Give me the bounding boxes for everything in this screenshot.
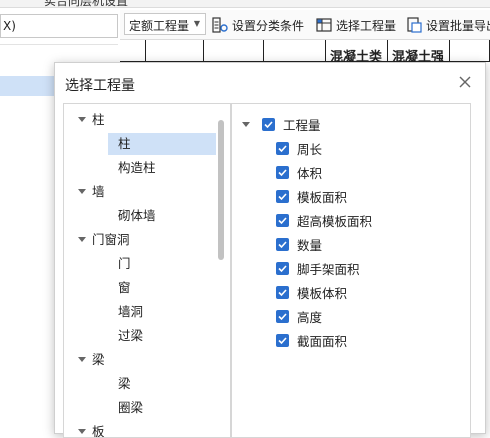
tree-leaf-item[interactable]: 窗 (108, 277, 216, 299)
checkbox-checked-icon[interactable] (276, 165, 289, 179)
checkbox-checked-icon[interactable] (276, 333, 289, 347)
tree-leaf-item[interactable]: 梁 (108, 373, 216, 395)
quantity-item[interactable]: 超高模板面积 (276, 210, 372, 230)
set-category-button[interactable]: 设置分类条件 (212, 14, 304, 36)
tree-item-label: 板 (92, 424, 105, 438)
quantity-item-label: 模板体积 (297, 285, 348, 301)
grid-header-cell (204, 40, 264, 62)
grid-header-cell (450, 40, 490, 62)
tree-leaf-item[interactable]: 圈梁 (108, 397, 216, 419)
checkbox-checked-icon[interactable] (262, 117, 275, 131)
background-grid-edge (470, 62, 490, 431)
grid-header-cell: 混凝土类 (326, 40, 388, 65)
window-title: 实合同层机设置 (44, 0, 129, 8)
expand-caret-icon[interactable] (78, 357, 86, 362)
tree-item-label: 门 (118, 256, 131, 271)
tree-leaf-item[interactable]: 砌体墙 (108, 205, 216, 227)
quantity-item[interactable]: 截面面积 (276, 330, 347, 350)
dialog-title: 选择工程量 (65, 78, 135, 94)
checkbox-checked-icon[interactable] (276, 141, 289, 155)
tree-item-label: 柱 (118, 136, 131, 151)
tree-item-label: 构造柱 (118, 160, 156, 175)
tree-item-label: 梁 (92, 352, 105, 367)
quantity-item-label: 体积 (297, 165, 323, 181)
tree-item-label: 墙 (92, 184, 105, 199)
checkbox-checked-icon[interactable] (276, 261, 289, 275)
chevron-down-icon: ▼ (193, 19, 200, 28)
expand-caret-icon[interactable] (78, 237, 86, 242)
checkbox-checked-icon[interactable] (276, 285, 289, 299)
quantity-item-label: 超高模板面积 (297, 213, 373, 229)
quantity-item-label: 脚手架面积 (297, 261, 360, 277)
tree-scrollbar[interactable] (218, 120, 224, 260)
category-settings-icon (212, 17, 228, 33)
tree-item-label: 墙洞 (118, 304, 144, 319)
quantity-item[interactable]: 模板体积 (276, 282, 347, 302)
tree-item-label: 门窗洞 (92, 232, 130, 247)
expand-caret-icon (242, 121, 250, 127)
tree-leaf-item[interactable]: 门 (108, 253, 216, 275)
quantity-type-dropdown[interactable]: 定额工程量 ▼ (124, 13, 206, 35)
quantity-item[interactable]: 周长 (276, 138, 322, 158)
quantity-item-label: 高度 (297, 309, 323, 325)
expand-caret-icon[interactable] (78, 117, 86, 122)
set-batch-export-button[interactable]: 设置批量导出 (406, 14, 490, 36)
left-panel-divider (0, 44, 118, 45)
checkbox-checked-icon[interactable] (276, 213, 289, 227)
tree-leaf-item[interactable]: 柱 (108, 133, 216, 155)
quantity-item-label: 模板面积 (297, 189, 348, 205)
tree-group-item[interactable]: 梁 (64, 349, 216, 371)
tree-group-item[interactable]: 墙 (64, 181, 216, 203)
expand-caret-icon[interactable] (78, 429, 86, 434)
quantity-type-value: 定额工程量 (129, 19, 190, 33)
tree-item-label: 柱 (92, 112, 105, 127)
left-search-input-value: X) (3, 19, 16, 33)
checkbox-checked-icon[interactable] (276, 237, 289, 251)
quantity-item-label: 截面面积 (297, 333, 348, 349)
left-selected-row[interactable] (0, 76, 60, 96)
quantity-item-label: 数量 (297, 237, 323, 253)
tree-item-label: 砌体墙 (118, 208, 156, 223)
grid-header-cell (120, 40, 146, 62)
toolbar: 定额工程量 ▼ 设置分类条件 选择工程量 设置批量导出 (120, 10, 490, 40)
tree-group-item[interactable]: 门窗洞 (64, 229, 216, 251)
component-tree: 柱柱构造柱墙砌体墙 门窗洞门窗墙洞 过梁梁梁圈梁板 (63, 103, 231, 438)
quantity-item[interactable]: 脚手架面积 (276, 258, 360, 278)
select-quantity-label: 选择工程量 (336, 18, 397, 33)
quantity-item[interactable]: 数量 (276, 234, 322, 254)
tree-item-label: 圈梁 (118, 400, 144, 415)
grid-header-cell (264, 40, 326, 62)
tree-item-label: 过梁 (118, 328, 144, 343)
tree-group-item[interactable]: 板 (64, 421, 216, 438)
quantity-root-item[interactable]: 工程量 (242, 114, 321, 134)
select-quantity-dialog: 选择工程量 柱柱构造柱墙砌体墙 门窗洞门窗墙洞 过梁梁梁圈梁板 工程量 周长 体积 模板… (54, 62, 486, 438)
tree-leaf-item[interactable]: 墙洞 (108, 301, 216, 323)
tree-item-label: 窗 (118, 280, 131, 295)
quantity-item-label: 周长 (297, 141, 323, 157)
table-icon (316, 18, 332, 32)
checkbox-checked-icon[interactable] (276, 309, 289, 323)
quantity-root-label: 工程量 (283, 117, 321, 133)
quantity-item[interactable]: 高度 (276, 306, 322, 326)
grid-header-cell (146, 40, 204, 62)
tree-item-label: 梁 (118, 376, 131, 391)
window-title-bar: 实合同层机设置 (0, 0, 490, 8)
quantity-item[interactable]: 体积 (276, 162, 322, 182)
left-search-input[interactable]: X) (0, 14, 118, 38)
quantity-item[interactable]: 模板面积 (276, 186, 347, 206)
checkbox-checked-icon[interactable] (276, 189, 289, 203)
expand-caret-icon[interactable] (78, 189, 86, 194)
set-batch-export-label: 设置批量导出 (426, 18, 490, 33)
tree-leaf-item[interactable]: 构造柱 (108, 157, 216, 179)
grid-header-cell: 混凝土强 (388, 40, 450, 65)
export-icon (407, 17, 422, 33)
tree-leaf-item[interactable]: 过梁 (108, 325, 216, 347)
set-category-label: 设置分类条件 (232, 18, 305, 33)
select-quantity-button[interactable]: 选择工程量 (316, 14, 396, 36)
tree-group-item[interactable]: 柱 (64, 109, 216, 131)
quantity-checklist: 工程量 周长体积模板面积超高模板面积 数量脚手架面积模板体积高度截面面积 (231, 103, 471, 438)
